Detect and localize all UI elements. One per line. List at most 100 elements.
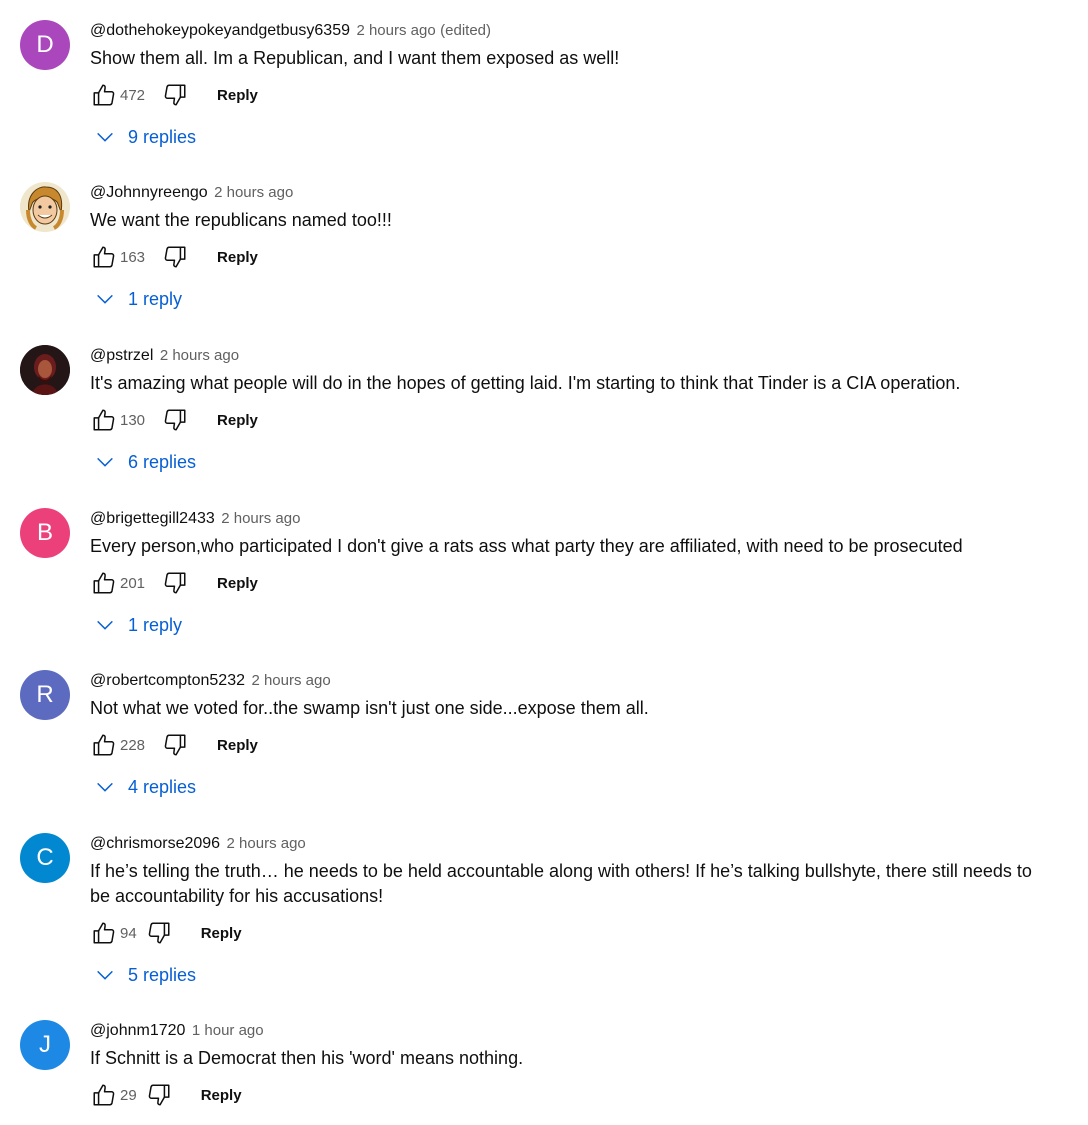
comment-thread: @pstrzel 2 hours ago It's amazing what p…: [0, 345, 1088, 474]
comment-thread: J @johnm1720 1 hour ago If Schnitt is a …: [0, 1020, 1088, 1109]
avatar[interactable]: [20, 182, 70, 232]
reply-button[interactable]: Reply: [217, 87, 258, 104]
thumbs-up-icon: [93, 84, 115, 106]
dislike-button[interactable]: [145, 1081, 173, 1109]
avatar[interactable]: B: [20, 508, 70, 558]
replies-count-label: 1 reply: [128, 614, 183, 635]
comment-actions: 228 Reply: [90, 731, 1088, 759]
comment-author[interactable]: @chrismorse2096: [90, 835, 220, 852]
like-button[interactable]: [90, 1081, 118, 1109]
dislike-button[interactable]: [145, 919, 173, 947]
dislike-button[interactable]: [161, 81, 189, 109]
comment-text: If he’s telling the truth… he needs to b…: [90, 861, 1032, 906]
view-replies-button[interactable]: 1 reply: [94, 613, 1088, 637]
comment-thread: D @dothehokeypokeyandgetbusy6359 2 hours…: [0, 20, 1088, 149]
replies-count-label: 9 replies: [128, 126, 197, 147]
thumbs-down-icon: [148, 922, 170, 944]
comment-thread: C @chrismorse2096 2 hours ago If he’s te…: [0, 833, 1088, 987]
reply-button[interactable]: Reply: [201, 1087, 242, 1104]
comment-timestamp[interactable]: 2 hours ago: [356, 22, 435, 39]
like-button[interactable]: [90, 243, 118, 271]
comment-author[interactable]: @dothehokeypokeyandgetbusy6359: [90, 22, 350, 39]
reply-button[interactable]: Reply: [217, 737, 258, 754]
comment-text: Not what we voted for..the swamp isn't j…: [90, 698, 649, 718]
like-button[interactable]: [90, 81, 118, 109]
chevron-down-icon: [97, 132, 113, 142]
replies-count-label: 6 replies: [128, 451, 197, 472]
comment-thread: @Johnnyreengo 2 hours ago We want the re…: [0, 182, 1088, 311]
thumbs-down-icon: [164, 572, 186, 594]
like-count: 29: [120, 1086, 137, 1104]
comment-thread: B @brigettegill2433 2 hours ago Every pe…: [0, 508, 1088, 637]
comment-timestamp[interactable]: 2 hours ago: [227, 835, 306, 852]
like-button[interactable]: [90, 731, 118, 759]
like-count: 472: [120, 86, 146, 104]
view-replies-button[interactable]: 4 replies: [94, 775, 1088, 799]
like-count: 163: [120, 248, 146, 266]
avatar[interactable]: R: [20, 670, 70, 720]
comment-author[interactable]: @Johnnyreengo: [90, 184, 208, 201]
edited-label: (edited): [440, 22, 491, 39]
reply-button[interactable]: Reply: [217, 412, 258, 429]
thumbs-up-icon: [93, 572, 115, 594]
like-count: 201: [120, 574, 146, 592]
replies-count-label: 4 replies: [128, 776, 197, 797]
comment-timestamp[interactable]: 1 hour ago: [192, 1022, 264, 1039]
dislike-button[interactable]: [161, 243, 189, 271]
portrait-photo-avatar-icon: [20, 345, 70, 395]
view-replies-button[interactable]: 9 replies: [94, 125, 1088, 149]
chevron-down-icon: [97, 620, 113, 630]
comment-timestamp[interactable]: 2 hours ago: [221, 510, 300, 527]
dislike-button[interactable]: [161, 731, 189, 759]
comment-actions: 94 Reply: [90, 919, 1088, 947]
chevron-down-icon: [97, 294, 113, 304]
view-replies-button[interactable]: 5 replies: [94, 963, 1088, 987]
comment-actions: 130 Reply: [90, 406, 1088, 434]
comment-author[interactable]: @robertcompton5232: [90, 672, 245, 689]
comment-text: Every person,who participated I don't gi…: [90, 536, 963, 556]
thumbs-up-icon: [93, 409, 115, 431]
thumbs-down-icon: [164, 246, 186, 268]
thumbs-up-icon: [93, 1084, 115, 1106]
like-button[interactable]: [90, 569, 118, 597]
avatar[interactable]: J: [20, 1020, 70, 1070]
like-count: 228: [120, 736, 146, 754]
dislike-button[interactable]: [161, 406, 189, 434]
replies-count-label: 1 reply: [128, 288, 183, 309]
dislike-button[interactable]: [161, 569, 189, 597]
like-count: 130: [120, 411, 146, 429]
thumbs-down-icon: [148, 1084, 170, 1106]
thumbs-up-icon: [93, 734, 115, 756]
reply-button[interactable]: Reply: [217, 575, 258, 592]
comment-thread: R @robertcompton5232 2 hours ago Not wha…: [0, 670, 1088, 799]
view-replies-button[interactable]: 6 replies: [94, 450, 1088, 474]
reply-button[interactable]: Reply: [201, 925, 242, 942]
like-button[interactable]: [90, 406, 118, 434]
reply-button[interactable]: Reply: [217, 249, 258, 266]
thumbs-down-icon: [164, 409, 186, 431]
avatar[interactable]: C: [20, 833, 70, 883]
like-button[interactable]: [90, 919, 118, 947]
avatar[interactable]: [20, 345, 70, 395]
chevron-down-icon: [97, 782, 113, 792]
thumbs-up-icon: [93, 246, 115, 268]
replies-count-label: 5 replies: [128, 964, 197, 985]
comment-timestamp[interactable]: 2 hours ago: [160, 347, 239, 364]
cartoon-face-avatar-icon: [20, 182, 70, 232]
comment-text: Show them all. Im a Republican, and I wa…: [90, 48, 620, 68]
thumbs-up-icon: [93, 922, 115, 944]
comment-text: It's amazing what people will do in the …: [90, 373, 961, 393]
comment-timestamp[interactable]: 2 hours ago: [251, 672, 330, 689]
thumbs-down-icon: [164, 84, 186, 106]
comment-author[interactable]: @johnm1720: [90, 1022, 185, 1039]
comment-actions: 201 Reply: [90, 569, 1088, 597]
comment-text: If Schnitt is a Democrat then his 'word'…: [90, 1048, 524, 1068]
comment-author[interactable]: @pstrzel: [90, 347, 153, 364]
avatar[interactable]: D: [20, 20, 70, 70]
like-count: 94: [120, 924, 137, 942]
comment-actions: 472 Reply: [90, 81, 1088, 109]
view-replies-button[interactable]: 1 reply: [94, 287, 1088, 311]
comment-author[interactable]: @brigettegill2433: [90, 510, 215, 527]
comment-timestamp[interactable]: 2 hours ago: [214, 184, 293, 201]
comment-text: We want the republicans named too!!!: [90, 210, 392, 230]
